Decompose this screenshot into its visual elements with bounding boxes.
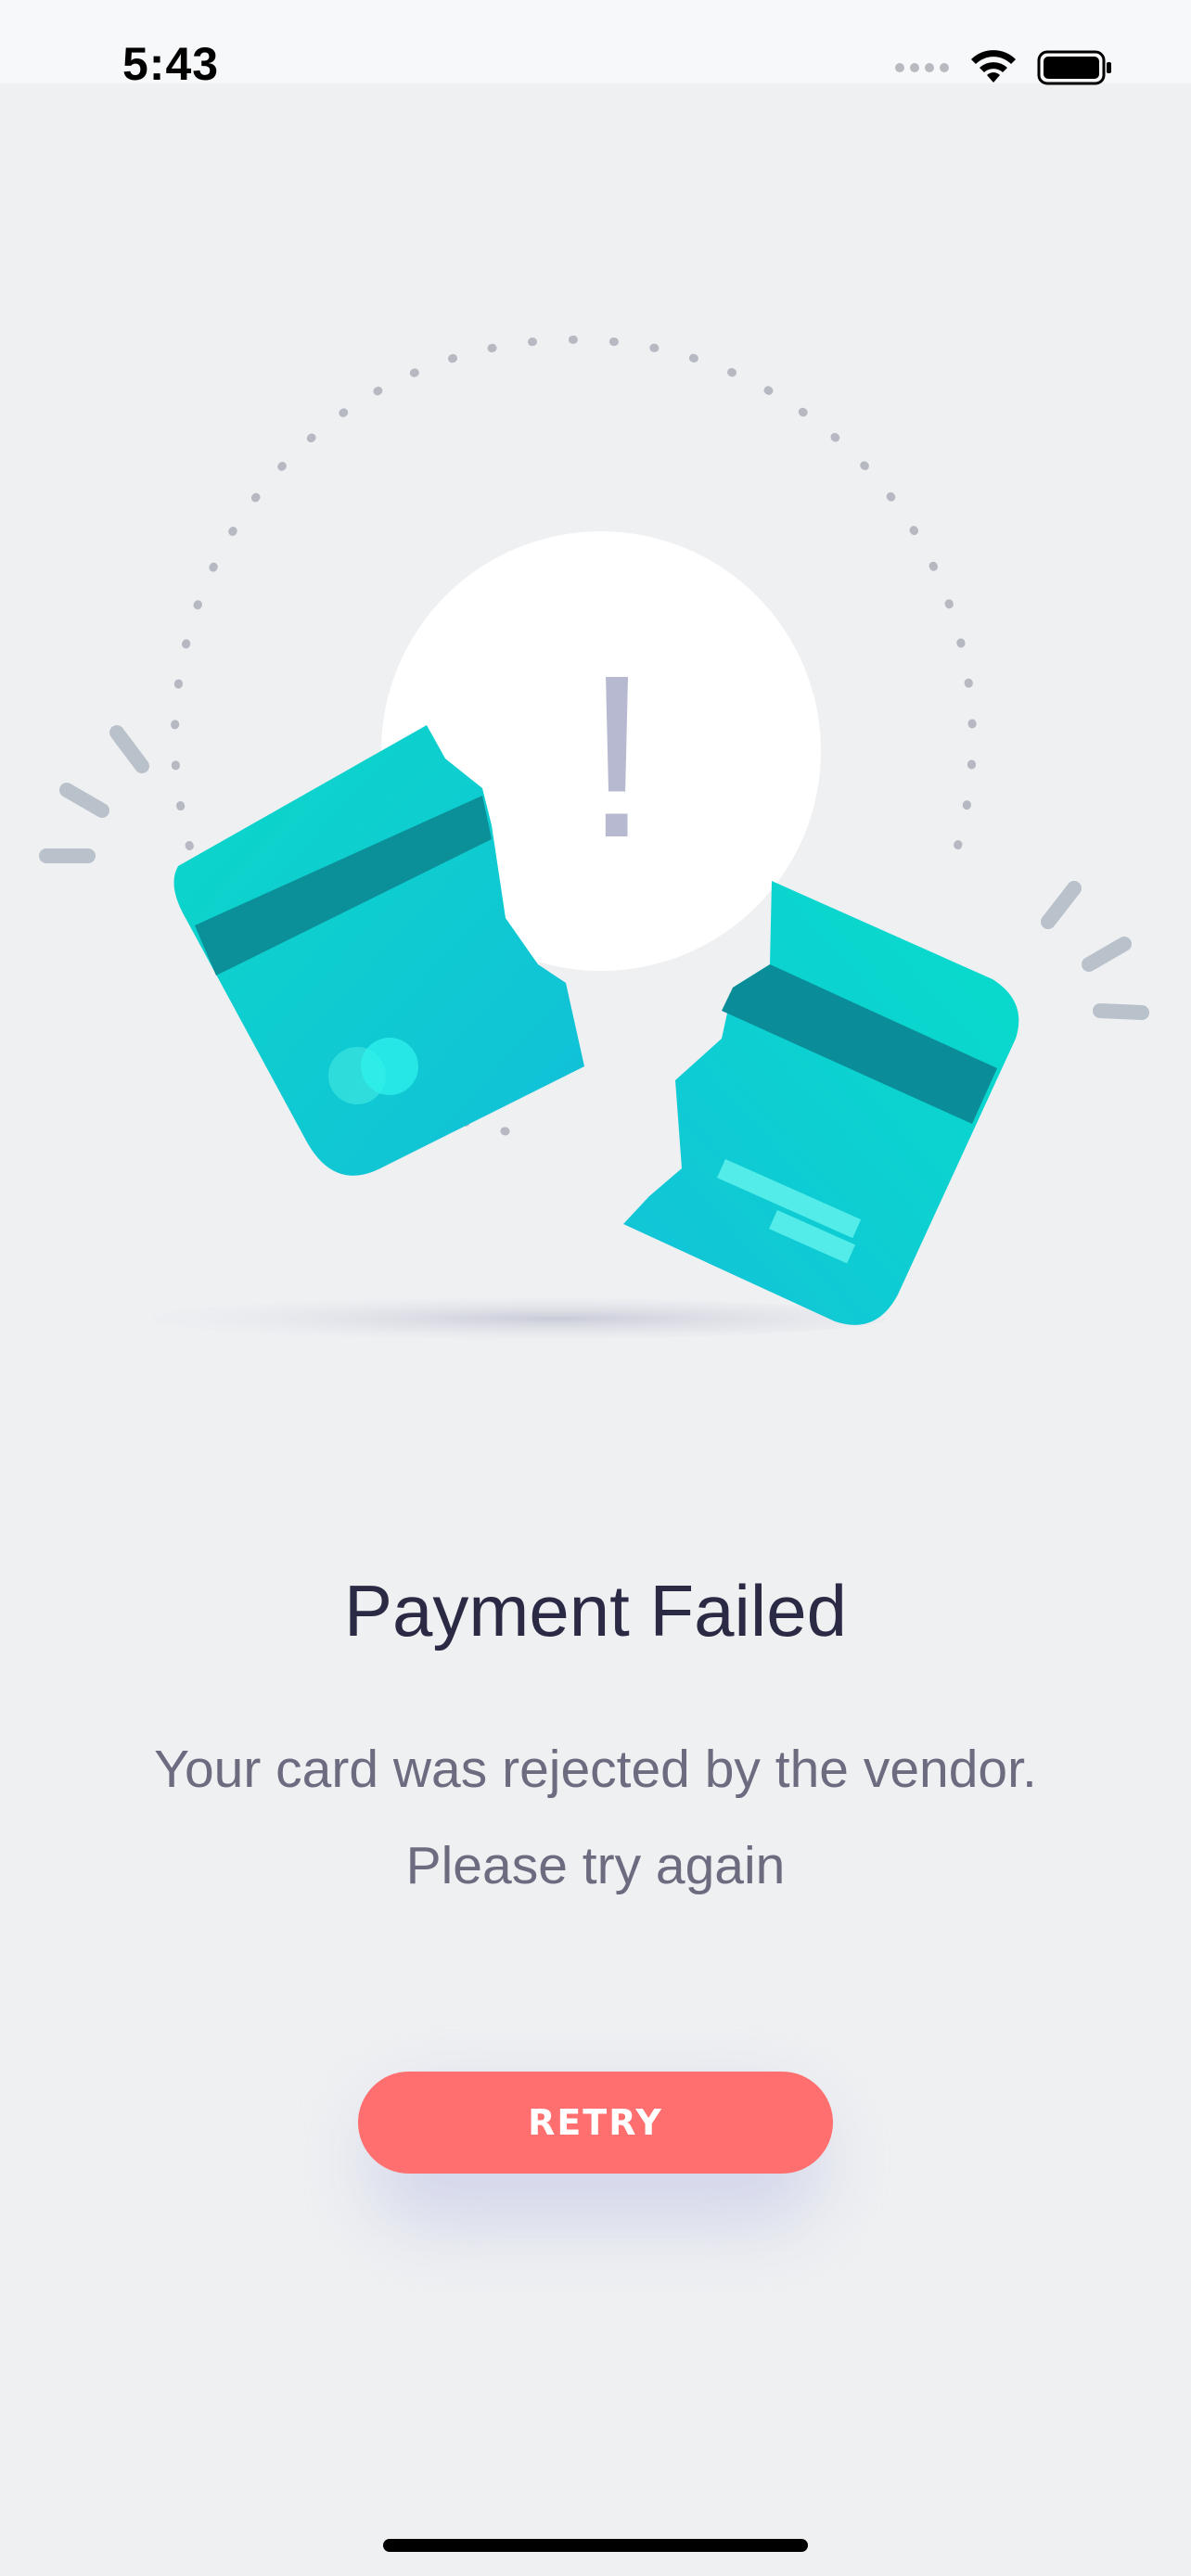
error-message-line-1: Your card was rejected by the vendor. [154, 1740, 1037, 1799]
ground-shadow [153, 1298, 886, 1339]
motion-lines-left [39, 725, 149, 863]
status-bar: 5:43 [0, 0, 1191, 90]
status-icons [894, 45, 1113, 91]
home-indicator[interactable] [383, 2539, 808, 2552]
status-time: 5:43 [122, 38, 220, 90]
retry-button[interactable]: RETRY [358, 2072, 833, 2174]
broken-card-illustration: ! [39, 335, 1149, 1339]
error-message-line-2: Please try again [405, 1836, 786, 1895]
wifi-icon [971, 50, 1016, 83]
signal-dots-icon [895, 63, 949, 72]
battery-icon [1037, 50, 1111, 85]
exclamation-icon: ! [584, 627, 648, 886]
error-message: Your card was rejected by the vendor. Pl… [83, 1721, 1108, 1914]
page-title: Payment Failed [344, 1570, 847, 1651]
motion-lines-right [1041, 881, 1149, 1020]
